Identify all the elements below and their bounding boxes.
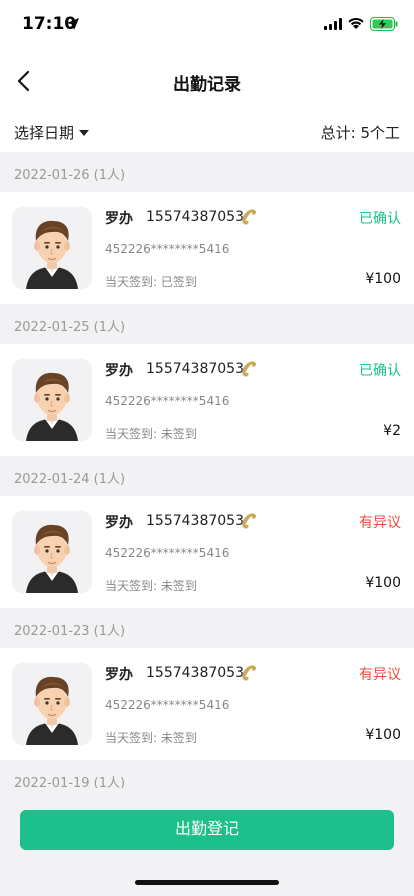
status-badge: 有异议 — [359, 515, 401, 531]
avatar-illustration-icon — [26, 676, 78, 745]
worker-phone: 15574387053 — [146, 209, 244, 225]
nav-bar: 出勤记录 — [0, 52, 414, 112]
wage-amount: ¥100 — [365, 575, 401, 591]
location-arrow-icon — [67, 18, 79, 30]
status-badge: 有异议 — [359, 667, 401, 683]
avatar-illustration-icon — [26, 220, 78, 289]
status-badge: 已确认 — [359, 211, 401, 227]
avatar — [12, 359, 92, 441]
status-bar: 17:10 — [0, 0, 414, 52]
worker-name: 罗办 — [105, 363, 133, 379]
date-picker-button[interactable]: 选择日期 — [14, 122, 90, 143]
wage-amount: ¥100 — [365, 271, 401, 287]
total-summary: 总计: 5个工 — [320, 124, 400, 142]
attendance-card[interactable]: 罗办 15574387053 已确认 452226********5416 当天… — [0, 344, 414, 456]
worker-name: 罗办 — [105, 667, 133, 683]
date-group-label: 2022-01-26 (1人) — [14, 168, 126, 183]
date-group-label: 2022-01-25 (1人) — [14, 320, 126, 335]
worker-phone: 15574387053 — [146, 361, 244, 377]
worker-id-number: 452226********5416 — [105, 698, 230, 712]
worker-name: 罗办 — [105, 211, 133, 227]
date-picker-label: 选择日期 — [14, 124, 75, 142]
home-indicator — [135, 880, 279, 885]
sign-in-status: 当天签到: 未签到 — [105, 427, 197, 441]
wifi-icon — [348, 17, 364, 29]
cellular-signal-icon — [324, 18, 342, 30]
date-group-header: 2022-01-23 (1人) — [0, 608, 414, 648]
filter-bar: 选择日期 总计: 5个工 — [0, 112, 414, 152]
date-group-label: 2022-01-24 (1人) — [14, 472, 126, 487]
worker-id-number: 452226********5416 — [105, 394, 230, 408]
avatar-illustration-icon — [26, 372, 78, 441]
phone-icon[interactable] — [240, 664, 258, 682]
phone-icon[interactable] — [240, 360, 258, 378]
page-title: 出勤记录 — [173, 75, 241, 95]
caret-down-icon — [79, 129, 90, 136]
avatar — [12, 207, 92, 289]
worker-id-number: 452226********5416 — [105, 242, 230, 256]
attendance-card[interactable]: 罗办 15574387053 有异议 452226********5416 当天… — [0, 496, 414, 608]
sign-in-status: 当天签到: 已签到 — [105, 275, 197, 289]
avatar — [12, 511, 92, 593]
wage-amount: ¥2 — [383, 423, 401, 439]
avatar — [12, 663, 92, 745]
date-group-header: 2022-01-24 (1人) — [0, 456, 414, 496]
worker-id-number: 452226********5416 — [105, 546, 230, 560]
attendance-card[interactable]: 罗办 15574387053 已确认 452226********5416 当天… — [0, 192, 414, 304]
attendance-card[interactable]: 罗办 15574387053 有异议 452226********5416 当天… — [0, 648, 414, 760]
worker-phone: 15574387053 — [146, 665, 244, 681]
date-group-label: 2022-01-23 (1人) — [14, 624, 126, 639]
avatar-illustration-icon — [26, 524, 78, 593]
battery-charging-icon — [370, 17, 398, 31]
phone-icon[interactable] — [240, 208, 258, 226]
status-badge: 已确认 — [359, 363, 401, 379]
phone-icon[interactable] — [240, 512, 258, 530]
sign-in-status: 当天签到: 未签到 — [105, 579, 197, 593]
date-group-header: 2022-01-26 (1人) — [0, 152, 414, 192]
date-group-header: 2022-01-25 (1人) — [0, 304, 414, 344]
sign-in-status: 当天签到: 未签到 — [105, 731, 197, 745]
worker-phone: 15574387053 — [146, 513, 244, 529]
worker-name: 罗办 — [105, 515, 133, 531]
wage-amount: ¥100 — [365, 727, 401, 743]
attendance-register-button[interactable]: 出勤登记 — [20, 810, 394, 850]
